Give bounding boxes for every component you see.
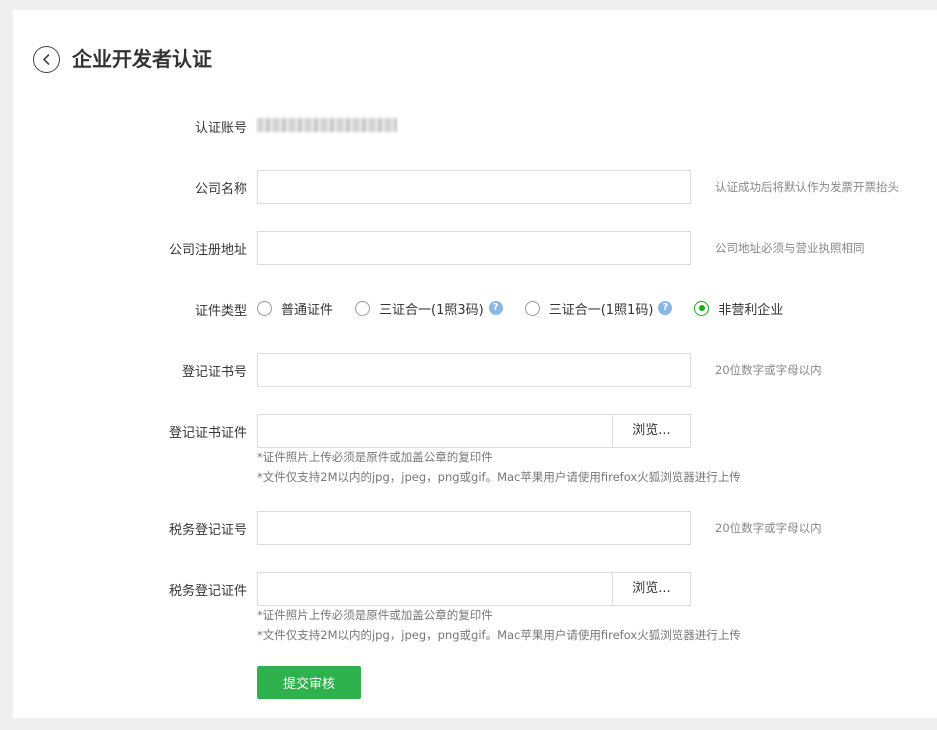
question-icon[interactable]: ? [488,301,503,315]
tax-reg-no-label: 税务登记证号 [168,523,247,538]
tax-reg-browse-button[interactable]: 浏览... [612,573,690,605]
company-address-label: 公司注册地址 [168,243,247,258]
tax-reg-file-label: 税务登记证件 [168,584,247,599]
tax-reg-note-1: *证件照片上传必须是原件或加盖公章的复印件 [257,608,493,622]
reg-cert-file-field: 浏览... [257,414,691,448]
reg-cert-note-1: *证件照片上传必须是原件或加盖公章的复印件 [257,450,493,464]
company-name-hint: 认证成功后将默认作为发票开票抬头 [715,180,899,194]
company-address-input[interactable] [257,231,691,265]
radio-non-profit[interactable]: 非营利企业 [694,299,783,318]
cert-type-label: 证件类型 [194,304,247,319]
cert-type-radio-group: 普通证件 三证合一(1照3码) ? 三证合一(1照1码) ? 非营利企业 [257,297,805,319]
radio-label: 普通证件 [281,302,334,318]
radio-label: 三证合一(1照3码) [379,302,484,318]
radio-three-in-one-1[interactable]: 三证合一(1照1码) ? [524,299,673,318]
company-address-hint: 公司地址必须与营业执照相同 [715,241,865,255]
company-name-input[interactable] [257,170,691,204]
masked-account-value [257,118,397,132]
radio-circle [355,300,371,316]
tax-reg-note-2: *文件仅支持2M以内的jpg，jpeg，png或gif。Mac苹果用户请使用fi… [257,628,741,642]
reg-cert-no-hint: 20位数字或字母以内 [715,363,822,377]
radio-circle [524,300,540,316]
tax-reg-no-hint: 20位数字或字母以内 [715,521,822,535]
tax-reg-file-field: 浏览... [257,572,691,606]
radio-circle-checked [694,300,710,316]
reg-cert-note-2: *文件仅支持2M以内的jpg，jpeg，png或gif。Mac苹果用户请使用fi… [257,470,741,484]
chevron-left-icon [42,53,50,66]
radio-three-in-one-3[interactable]: 三证合一(1照3码) ? [355,299,503,318]
submit-review-button[interactable]: 提交审核 [257,666,361,699]
page-title: 企业开发者认证 [72,47,212,71]
reg-cert-file-path[interactable] [258,415,612,447]
reg-cert-no-label: 登记证书号 [181,365,247,380]
radio-label: 三证合一(1照1码) [548,302,654,318]
radio-label: 非营利企业 [718,302,784,318]
reg-cert-browse-button[interactable]: 浏览... [612,415,690,447]
company-name-label: 公司名称 [194,182,247,197]
radio-circle [257,300,272,316]
tax-reg-no-input[interactable] [257,511,691,545]
radio-normal-cert[interactable]: 普通证件 [257,299,333,318]
question-icon[interactable]: ? [658,301,673,315]
account-label: 认证账号 [194,121,247,136]
back-button[interactable] [33,46,60,73]
tax-reg-file-path[interactable] [258,573,612,605]
reg-cert-no-input[interactable] [257,353,691,387]
reg-cert-file-label: 登记证书证件 [168,426,247,441]
form-card: 企业开发者认证 认证账号 公司名称 认证成功后将默认作为发票开票抬头 公司注册地… [13,10,937,718]
